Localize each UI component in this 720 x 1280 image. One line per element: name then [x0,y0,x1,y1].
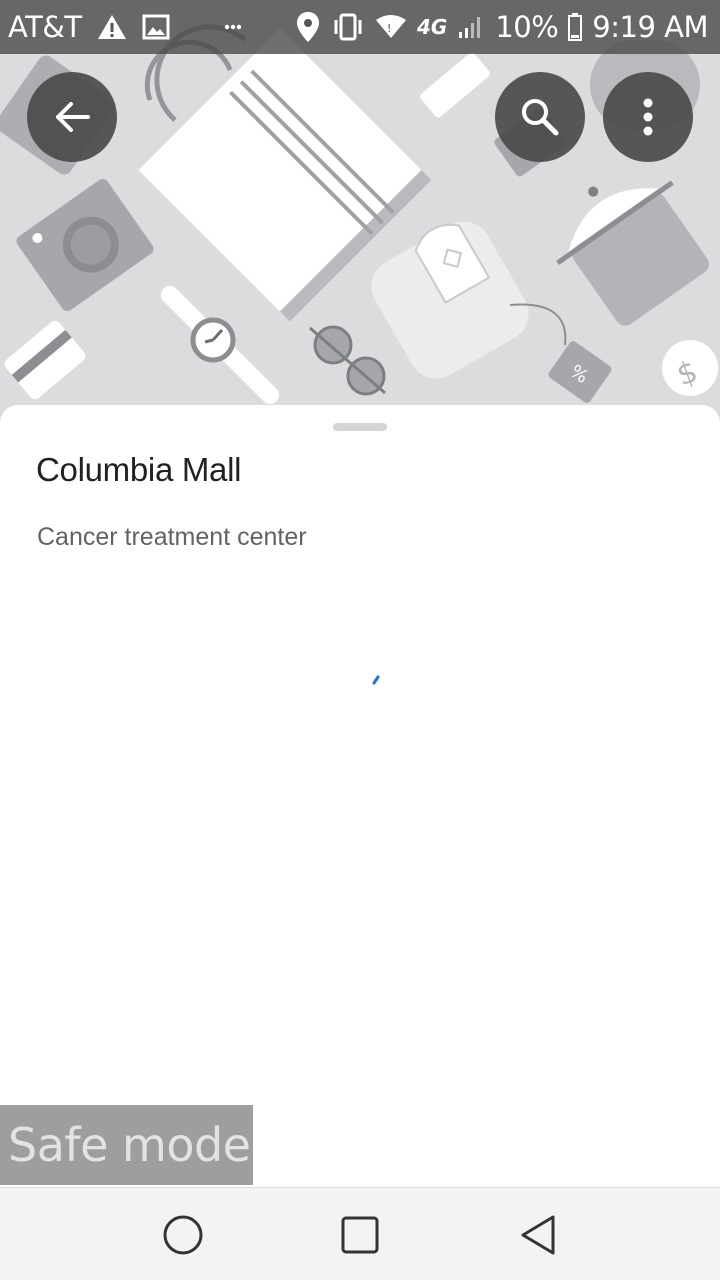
lte-icon: 4G [417,15,447,39]
battery-percent: 10% [495,10,559,44]
back-arrow-icon [56,102,90,132]
warning-icon [96,13,128,41]
safe-mode-label: Safe mode [8,1118,251,1172]
navigation-bar [0,1187,720,1280]
back-button[interactable] [27,72,117,162]
status-bar: AT&T ! 4G 10% 9:19 AM [0,0,720,54]
search-button[interactable] [495,72,585,162]
image-icon [142,14,170,40]
loading-spinner-icon [372,675,380,685]
network-label: 4G [416,15,448,39]
place-category: Cancer treatment center [37,523,307,551]
shopping-illustration: % $ [0,24,718,404]
search-icon [522,99,559,136]
recents-square-icon [341,1216,379,1254]
nav-back-button[interactable] [515,1212,561,1258]
place-title: Columbia Mall [36,451,242,488]
drag-handle[interactable] [333,423,387,431]
safe-mode-indicator: Safe mode [0,1105,253,1185]
svg-text:!: ! [387,22,391,35]
more-options-button[interactable] [603,72,693,162]
place-details-sheet: Columbia Mall Cancer treatment center [0,405,720,1187]
header-illustration: % $ [0,0,720,430]
carrier-label: AT&T [8,10,82,44]
clock: 9:19 AM [592,10,708,44]
more-vert-icon [643,98,653,136]
wifi-icon: ! [375,14,407,40]
location-icon [295,11,321,43]
recents-button[interactable] [337,1212,383,1258]
back-triangle-icon [521,1215,555,1255]
signal-icon [457,14,485,40]
home-button[interactable] [160,1212,206,1258]
home-circle-icon [163,1215,203,1255]
more-dots-icon [224,24,242,30]
battery-icon [568,13,583,41]
vibrate-icon [331,12,365,42]
